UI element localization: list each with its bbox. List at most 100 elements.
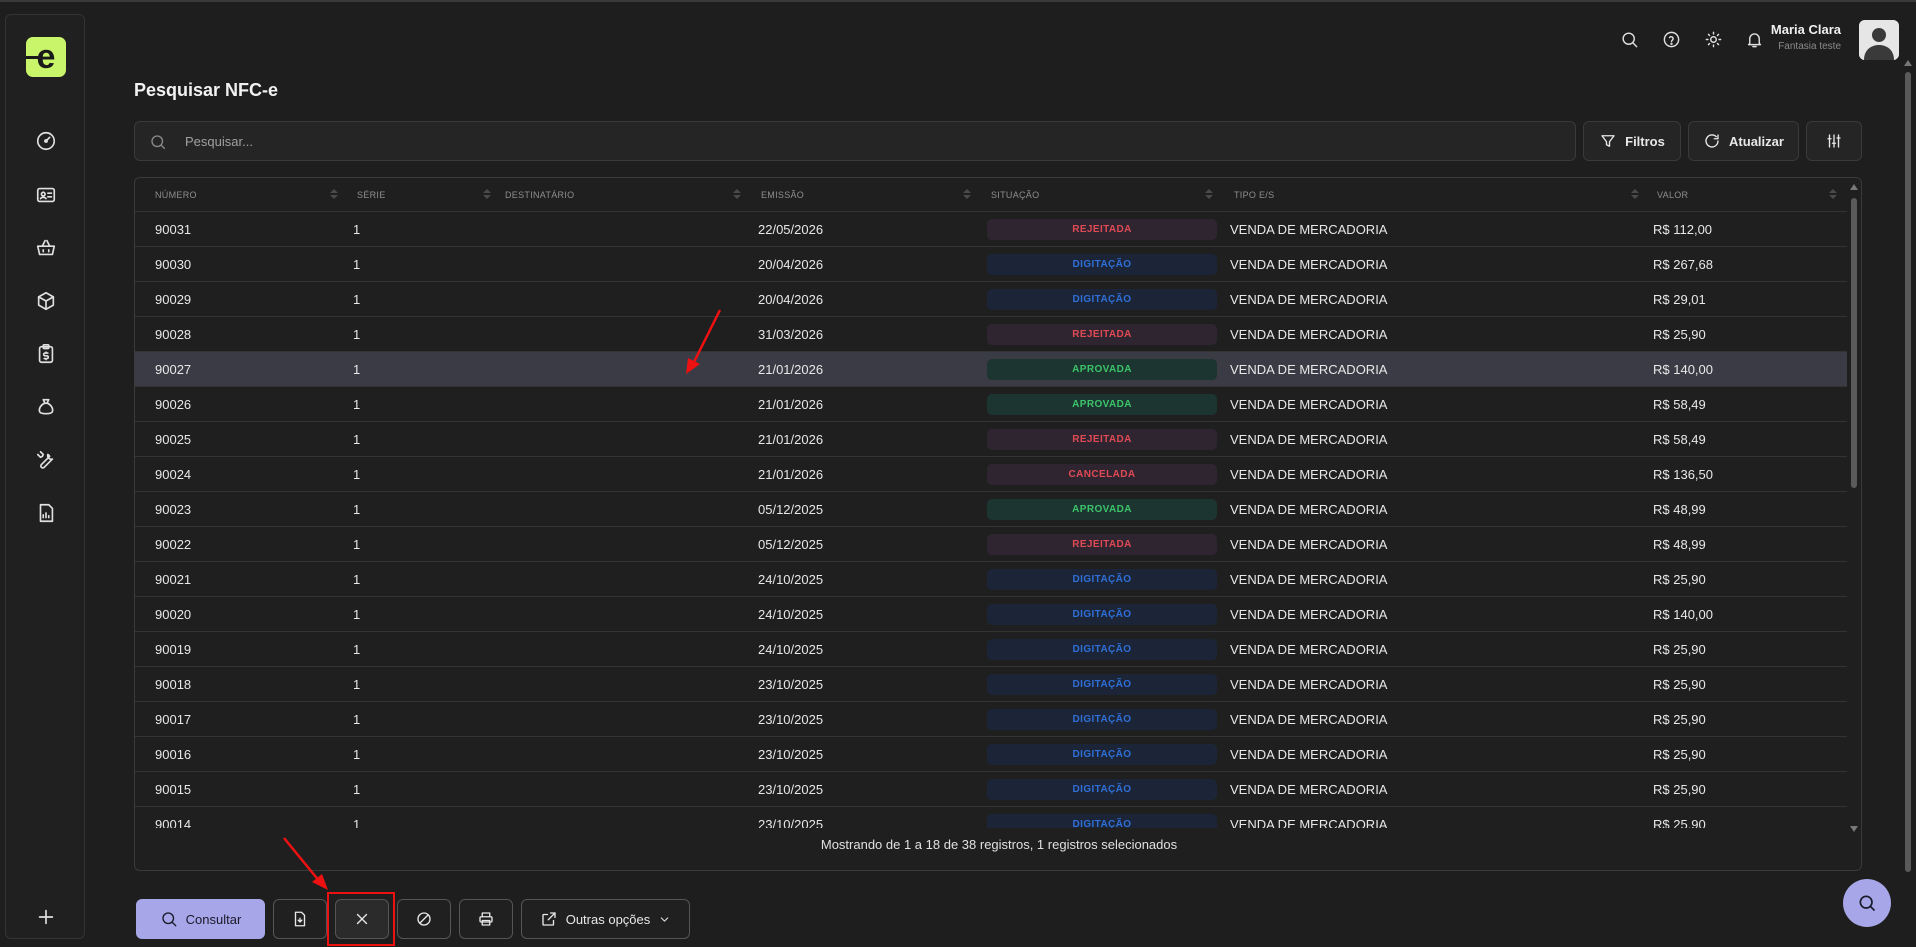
scroll-thumb[interactable] (1851, 198, 1857, 488)
table-row[interactable]: 90024 1 21/01/2026 VENDA DE MERCADORIA R$ 13… (135, 457, 1847, 492)
cell-numero: 90030 (155, 257, 192, 272)
search-input[interactable] (185, 122, 1565, 160)
app-logo[interactable]: e (26, 37, 66, 77)
table-row[interactable]: 90018 1 23/10/2025 VENDA DE MERCADORIA R$ 25… (135, 667, 1847, 702)
export-file-button[interactable] (273, 899, 327, 939)
page-scrollbar[interactable] (1902, 56, 1914, 888)
cell-serie: 1 (353, 607, 361, 622)
cell-valor: R$ 58,49 (1653, 397, 1706, 412)
table-row[interactable]: 90015 1 23/10/2025 VENDA DE MERCADORIA R$ 25… (135, 772, 1847, 807)
table-row[interactable]: 90025 1 21/01/2026 VENDA DE MERCADORIA R$ 58… (135, 422, 1847, 457)
cell-tipo: VENDA DE MERCADORIA (1230, 572, 1388, 587)
status-badge: DIGITAÇÃO (987, 604, 1217, 625)
file-export-icon (294, 911, 306, 927)
cell-serie: 1 (353, 467, 361, 482)
sort-icon[interactable] (733, 189, 741, 201)
column-header-tipo[interactable]: Tipo E/S (1234, 178, 1274, 212)
page-scroll-up-arrow[interactable] (1904, 60, 1912, 66)
wrench-icon[interactable] (32, 446, 60, 474)
cell-tipo: VENDA DE MERCADORIA (1230, 467, 1388, 482)
cell-numero: 90024 (155, 467, 192, 482)
money-bag-icon[interactable] (32, 393, 60, 421)
chevron-down-icon (661, 916, 669, 922)
plus-icon[interactable] (32, 903, 60, 931)
cell-numero: 90026 (155, 397, 192, 412)
table-row[interactable]: 90016 1 23/10/2025 VENDA DE MERCADORIA R$ 25… (135, 737, 1847, 772)
table-row[interactable]: 90027 1 21/01/2026 VENDA DE MERCADORIA R$ 14… (135, 352, 1847, 387)
page-scroll-thumb[interactable] (1905, 72, 1911, 872)
cell-numero: 90019 (155, 642, 192, 657)
table-row[interactable]: 90023 1 05/12/2025 VENDA DE MERCADORIA R$ 48… (135, 492, 1847, 527)
cell-numero: 90023 (155, 502, 192, 517)
column-header-situacao[interactable]: Situação (991, 178, 1039, 212)
consult-button[interactable]: Consultar (136, 899, 265, 939)
shopping-basket-icon[interactable] (32, 234, 60, 262)
column-header-valor[interactable]: Valor (1657, 178, 1688, 212)
cell-valor: R$ 25,90 (1653, 747, 1706, 762)
table-row[interactable]: 90030 1 20/04/2026 VENDA DE MERCADORIA R$ 26… (135, 247, 1847, 282)
table-body: 90031 1 22/05/2026 VENDA DE MERCADORIA R$ 11… (135, 212, 1847, 828)
cell-tipo: VENDA DE MERCADORIA (1230, 257, 1388, 272)
sort-icon[interactable] (963, 189, 971, 201)
sort-icon[interactable] (1631, 189, 1639, 201)
column-header-serie[interactable]: Série (357, 178, 386, 212)
print-button[interactable] (459, 899, 513, 939)
status-badge: DIGITAÇÃO (987, 814, 1217, 828)
cancel-nfce-button[interactable] (397, 899, 451, 939)
table-row[interactable]: 90014 1 23/10/2025 VENDA DE MERCADORIA R$ 25… (135, 807, 1847, 828)
cell-serie: 1 (353, 362, 361, 377)
table-row[interactable]: 90029 1 20/04/2026 VENDA DE MERCADORIA R$ 29… (135, 282, 1847, 317)
table-row[interactable]: 90021 1 24/10/2025 VENDA DE MERCADORIA R$ 25… (135, 562, 1847, 597)
report-chart-icon[interactable] (32, 499, 60, 527)
table-row[interactable]: 90026 1 21/01/2026 VENDA DE MERCADORIA R$ 58… (135, 387, 1847, 422)
clipboard-dollar-icon[interactable] (32, 340, 60, 368)
cell-emissao: 23/10/2025 (758, 817, 824, 828)
sort-icon[interactable] (330, 189, 338, 201)
sort-icon[interactable] (1205, 189, 1213, 201)
avatar[interactable] (1859, 20, 1899, 60)
theme-sun-icon[interactable] (1701, 27, 1725, 51)
cell-tipo: VENDA DE MERCADORIA (1230, 362, 1388, 377)
table-row[interactable]: 90022 1 05/12/2025 VENDA DE MERCADORIA R$ 48… (135, 527, 1847, 562)
status-badge: DIGITAÇÃO (987, 289, 1217, 310)
bell-icon[interactable] (1742, 27, 1766, 51)
filters-label: Filtros (1625, 133, 1665, 149)
floating-search-button[interactable] (1843, 879, 1891, 927)
table-row[interactable]: 90017 1 23/10/2025 VENDA DE MERCADORIA R$ 25… (135, 702, 1847, 737)
scroll-up-arrow[interactable] (1850, 184, 1858, 190)
cell-emissao: 23/10/2025 (758, 712, 824, 727)
cell-valor: R$ 136,50 (1653, 467, 1713, 482)
table-row[interactable]: 90020 1 24/10/2025 VENDA DE MERCADORIA R$ 14… (135, 597, 1847, 632)
column-settings-button[interactable] (1806, 121, 1862, 161)
other-options-button[interactable]: Outras opções (521, 899, 690, 939)
cell-emissao: 31/03/2026 (758, 327, 824, 342)
table-row[interactable]: 90031 1 22/05/2026 VENDA DE MERCADORIA R$ 11… (135, 212, 1847, 247)
table-scrollbar[interactable] (1849, 184, 1859, 832)
column-header-emissao[interactable]: Emissão (761, 178, 804, 212)
cell-serie: 1 (353, 257, 361, 272)
sort-icon[interactable] (1829, 189, 1837, 201)
scroll-down-arrow[interactable] (1850, 826, 1858, 832)
help-icon[interactable] (1659, 27, 1683, 51)
logo-letter: e (36, 38, 56, 76)
column-header-numero[interactable]: Número (155, 178, 197, 212)
refresh-button[interactable]: Atualizar (1688, 121, 1799, 161)
box-icon[interactable] (32, 287, 60, 315)
cell-valor: R$ 48,99 (1653, 502, 1706, 517)
id-card-icon[interactable] (32, 181, 60, 209)
cell-emissao: 21/01/2026 (758, 362, 824, 377)
filters-button[interactable]: Filtros (1583, 121, 1681, 161)
printer-icon (479, 912, 493, 926)
column-header-destinatario[interactable]: Destinatário (505, 178, 574, 212)
cell-numero: 90031 (155, 222, 192, 237)
sort-icon[interactable] (483, 189, 491, 201)
table-row[interactable]: 90028 1 31/03/2026 VENDA DE MERCADORIA R$ 25… (135, 317, 1847, 352)
cell-numero: 90020 (155, 607, 192, 622)
cell-numero: 90014 (155, 817, 192, 828)
cell-emissao: 22/05/2026 (758, 222, 824, 237)
consult-label: Consultar (185, 911, 242, 927)
dashboard-gauge-icon[interactable] (32, 127, 60, 155)
search-icon (151, 135, 166, 150)
search-icon[interactable] (1617, 27, 1641, 51)
table-row[interactable]: 90019 1 24/10/2025 VENDA DE MERCADORIA R$ 25… (135, 632, 1847, 667)
